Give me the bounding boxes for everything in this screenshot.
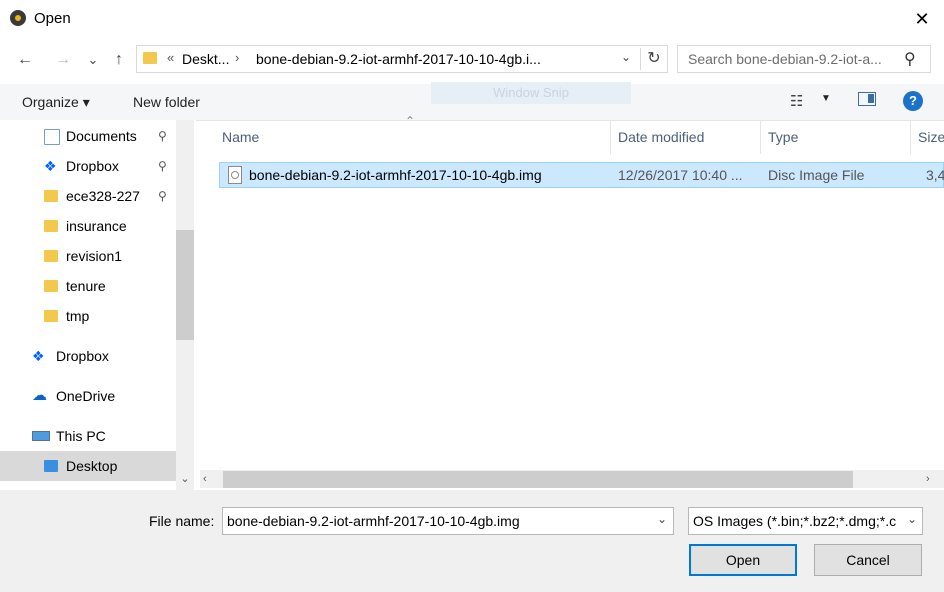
sidebar-item-label: tenure [66,278,106,294]
sidebar-item-label: Desktop [66,458,118,474]
view-dropdown-icon[interactable]: ▼ [821,93,831,104]
column-header-name[interactable]: Name [222,120,259,154]
new-folder-button[interactable]: New folder [133,94,200,110]
refresh-icon[interactable]: ↻ [640,48,667,70]
search-box[interactable]: Search bone-debian-9.2-iot-a... ⚲ [677,45,931,73]
folder-icon [44,220,58,232]
title-bar [0,0,944,38]
disc-image-file-icon [228,166,242,184]
sidebar-item-label: tmp [66,308,90,324]
folder-icon [44,310,58,322]
file-name-cell[interactable]: bone-debian-9.2-iot-armhf-2017-10-10-4gb… [249,167,542,183]
help-icon[interactable]: ? [903,91,923,111]
sidebar-item-label: insurance [66,218,127,234]
close-button[interactable]: ✕ [900,2,944,36]
window-snip-overlay: Window Snip [431,82,631,104]
scroll-down-icon[interactable]: ⌄ [176,470,194,488]
dialog-footer [0,490,944,592]
sidebar-item-label: Dropbox [56,348,109,364]
onedrive-cloud-icon: ☁ [32,387,47,404]
sidebar-item-label: OneDrive [56,388,116,404]
sidebar-scrollbar-thumb[interactable] [176,230,194,340]
forward-icon[interactable]: → [52,48,74,72]
sort-ascending-icon: ⌃ [405,114,416,128]
window-title: Open [34,10,71,27]
back-icon[interactable]: ← [14,48,36,72]
file-type-cell: Disc Image File [768,167,865,183]
app-icon [10,10,26,26]
address-bar[interactable]: « Deskt... › bone-debian-9.2-iot-armhf-2… [136,45,668,73]
file-name-field[interactable]: bone-debian-9.2-iot-armhf-2017-10-10-4gb… [222,507,674,535]
sidebar-item-label: Documents [66,128,137,144]
up-folder-icon[interactable]: ↑ [108,48,130,72]
column-header-size[interactable]: Size [918,120,944,154]
pin-icon: ⚲ [158,189,167,203]
sidebar-item-label: Dropbox [66,158,119,174]
column-header-date-modified[interactable]: Date modified [618,120,704,154]
breadcrumb-overflow[interactable]: « [167,50,174,65]
file-name-dropdown-icon[interactable]: ⌄ [657,512,667,526]
file-name-input[interactable]: bone-debian-9.2-iot-armhf-2017-10-10-4gb… [227,513,520,529]
desktop-folder-icon [44,460,58,472]
column-header-type[interactable]: Type [768,120,798,154]
sidebar-item-label: revision1 [66,248,123,264]
breadcrumb-separator[interactable]: › [235,50,239,65]
file-date-cell: 12/26/2017 10:40 ... [618,167,743,183]
breadcrumb-current-folder[interactable]: bone-debian-9.2-iot-armhf-2017-10-10-4gb… [256,51,541,67]
scroll-right-icon[interactable]: › [926,470,930,488]
column-divider[interactable] [610,120,611,154]
breadcrumb-desktop[interactable]: Deskt... [182,51,229,67]
search-input[interactable]: Search bone-debian-9.2-iot-a... [688,51,882,67]
folder-icon [44,190,58,202]
sidebar-item-label: ece328-227 [66,188,140,204]
file-type-select[interactable]: OS Images (*.bin;*.bz2;*.dmg;*.c ⌄ [688,507,923,535]
preview-pane-icon[interactable] [858,92,876,106]
search-icon[interactable]: ⚲ [904,49,916,69]
file-name-label: File name: [149,513,215,529]
recent-locations-icon[interactable]: ⌄ [82,48,104,72]
horizontal-scrollbar-thumb[interactable] [223,471,853,488]
pin-icon: ⚲ [158,159,167,173]
open-button[interactable]: Open [689,544,797,576]
address-dropdown-icon[interactable]: ⌄ [621,50,631,64]
file-type-dropdown-icon[interactable]: ⌄ [907,512,917,526]
pin-icon: ⚲ [158,129,167,143]
organize-button[interactable]: Organize ▾ [22,94,90,111]
column-divider[interactable] [760,120,761,154]
folder-icon [143,52,157,64]
scroll-left-icon[interactable]: ‹ [203,470,207,488]
column-divider[interactable] [910,120,911,154]
dropbox-icon: ❖ [44,158,57,174]
dropbox-icon: ❖ [32,348,45,364]
file-type-value: OS Images (*.bin;*.bz2;*.dmg;*.c [693,513,897,529]
view-options-icon[interactable]: ☷ [790,92,803,110]
file-size-cell: 3,4 [926,167,944,183]
cancel-button[interactable]: Cancel [814,544,922,576]
sidebar-item-desktop[interactable]: Desktop [0,451,176,481]
documents-folder-icon [44,129,60,145]
computer-icon [32,431,50,441]
folder-icon [44,250,58,262]
sidebar-item-label: This PC [56,428,106,444]
folder-icon [44,280,58,292]
navigation-pane: Documents ⚲ ❖ Dropbox ⚲ ece328-227 ⚲ ins… [0,120,196,490]
